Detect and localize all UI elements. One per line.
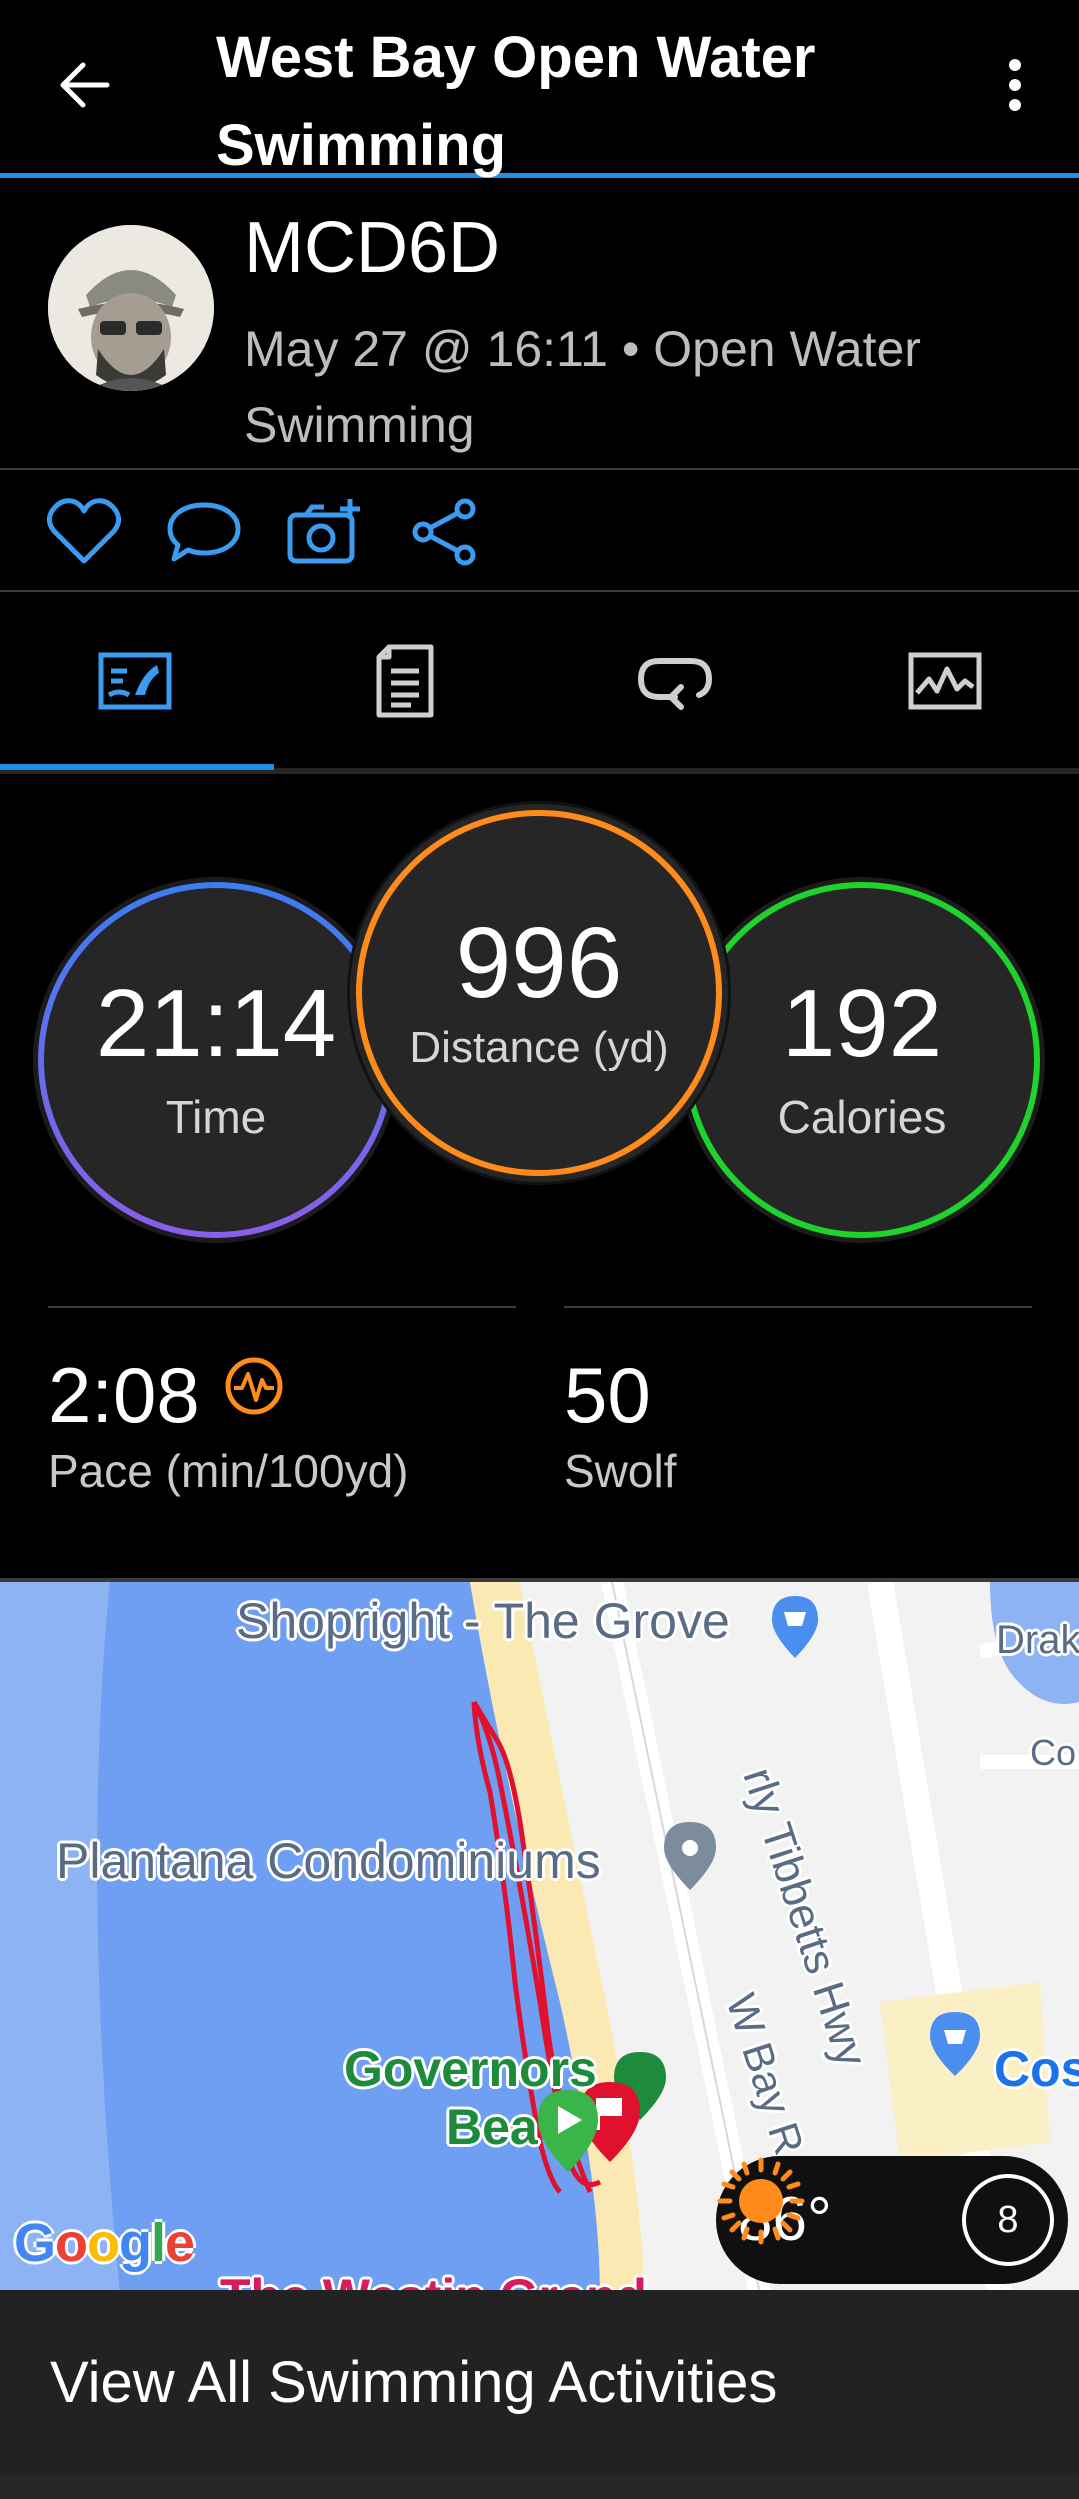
map-label-plantana: Plantana Condominiums xyxy=(56,1833,601,1889)
share-icon xyxy=(412,498,476,566)
add-photo-icon xyxy=(287,499,360,564)
view-all-swimming-button[interactable]: View All Swimming Activities xyxy=(0,2290,1079,2474)
pace-value: 2:08 xyxy=(48,1351,200,1439)
map-label-drak: Drak xyxy=(996,1618,1079,1662)
like-button[interactable] xyxy=(42,490,126,574)
back-button[interactable] xyxy=(50,50,120,120)
activity-meta: May 27 @ 16:11 • Open Water Swimming xyxy=(244,311,1044,463)
swolf-value: 50 xyxy=(564,1351,651,1439)
bottom-strip xyxy=(0,2474,1079,2499)
heart-icon xyxy=(46,498,122,564)
activity-date: May 27 @ 16:11 xyxy=(244,321,608,377)
google-logo: Google xyxy=(14,2213,195,2273)
more-vert-icon xyxy=(1009,59,1021,111)
swim-overview-icon xyxy=(98,652,172,710)
avatar[interactable] xyxy=(48,225,214,391)
active-tab-indicator xyxy=(0,764,274,770)
distance-label: Distance (yd) xyxy=(409,1023,669,1072)
page-title: West Bay Open Water Swimming xyxy=(216,25,816,178)
map-label-co: Co xyxy=(1030,1732,1077,1773)
time-value: 21:14 xyxy=(95,970,337,1077)
calories-label: Calories xyxy=(777,1091,947,1143)
laps-loop-icon xyxy=(637,658,713,710)
time-stat: 21:14 Time xyxy=(38,882,394,1238)
wind-indicator: 8 xyxy=(962,2174,1054,2266)
app-header: West Bay Open Water Swimming xyxy=(0,0,1079,178)
activity-owner: MCD6D May 27 @ 16:11 • Open Water Swimmi… xyxy=(0,183,1079,470)
time-label: Time xyxy=(165,1091,267,1143)
add-photo-button[interactable] xyxy=(282,490,366,574)
username[interactable]: MCD6D xyxy=(244,207,500,289)
distance-value: 996 xyxy=(455,907,623,1019)
tab-bar xyxy=(0,594,1079,774)
map-label-westin: The Westin Grand xyxy=(220,2268,647,2290)
charts-icon xyxy=(908,652,982,710)
calories-stat: 192 Calories xyxy=(684,882,1040,1238)
swolf-metric: 50 Swolf xyxy=(564,1306,1032,1506)
comment-button[interactable] xyxy=(162,490,246,574)
tab-details[interactable] xyxy=(270,594,540,768)
pace-label: Pace (min/100yd) xyxy=(48,1445,409,1497)
back-arrow-icon xyxy=(60,62,110,108)
overflow-menu-button[interactable] xyxy=(990,50,1040,120)
meta-separator: • xyxy=(621,321,640,377)
distance-stat: 996 Distance (yd) xyxy=(356,810,722,1176)
details-document-icon xyxy=(376,644,434,718)
profile-photo-icon xyxy=(48,225,214,391)
wind-speed: 8 xyxy=(997,2198,1019,2241)
tab-laps[interactable] xyxy=(540,594,810,768)
tab-charts[interactable] xyxy=(810,594,1079,768)
action-bar xyxy=(0,472,1079,592)
pace-metric: 2:08 Pace (min/100yd) xyxy=(48,1306,516,1506)
route-map[interactable]: Shopright - The Grove Drak Co rly Tibbet… xyxy=(0,1578,1079,2290)
tab-overview[interactable] xyxy=(0,594,270,768)
map-label-shopright: Shopright - The Grove xyxy=(236,1593,730,1649)
pace-pulse-icon xyxy=(225,1357,283,1415)
map-label-beach: Bea xyxy=(446,2099,538,2155)
map-label-cos: Cos xyxy=(994,2041,1079,2097)
calories-value: 192 xyxy=(781,970,943,1077)
sun-icon xyxy=(717,2157,805,2245)
swolf-label: Swolf xyxy=(564,1445,677,1497)
weather-badge: 86° 8 xyxy=(716,2156,1068,2284)
comment-icon xyxy=(167,502,241,562)
share-button[interactable] xyxy=(402,490,486,574)
map-label-governors: Governors xyxy=(344,2041,597,2097)
